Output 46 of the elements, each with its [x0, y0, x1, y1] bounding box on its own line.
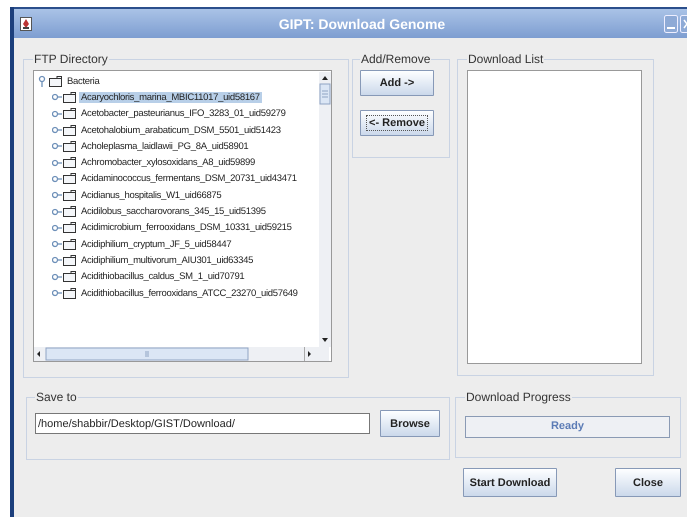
- tree-item[interactable]: Acidimicrobium_ferrooxidans_DSM_10331_uid59215: [79, 222, 294, 234]
- group-title: Download List: [467, 52, 544, 66]
- expanded-handle-icon[interactable]: [38, 75, 48, 88]
- tree-item[interactable]: Acidaminococcus_fermentans_DSM_20731_uid43471: [79, 173, 299, 184]
- folder-icon: [63, 140, 76, 152]
- window-title: GIPT: Download Genome: [278, 16, 446, 32]
- start-download-button[interactable]: Start Download: [463, 468, 557, 497]
- group-title: Download Progress: [465, 390, 572, 404]
- folder-icon: [63, 254, 76, 266]
- folder-icon: [63, 124, 76, 136]
- path-field[interactable]: /home/shabbir/Desktop/GIST/Download/: [35, 413, 370, 434]
- group-title: Save to: [35, 390, 78, 404]
- folder-icon: [63, 190, 76, 201]
- folder-icon: [63, 222, 76, 234]
- remove-button[interactable]: <- Remove: [360, 110, 434, 136]
- tree-item[interactable]: Acaryochloris_marina_MBIC11017_uid58167: [79, 92, 262, 103]
- folder-icon: [63, 92, 76, 103]
- tree-item[interactable]: Acidilobus_saccharovorans_345_15_uid51395: [79, 206, 268, 218]
- add-button[interactable]: Add ->: [360, 70, 434, 96]
- vertical-scrollbar[interactable]: [319, 72, 331, 347]
- folder-icon: [63, 206, 76, 218]
- tree-item[interactable]: Acidiphilium_multivorum_AIU301_uid63345: [79, 254, 256, 266]
- tree-item[interactable]: Bacteria: [65, 76, 102, 87]
- folder-icon: [49, 76, 62, 87]
- browse-button[interactable]: Browse: [380, 410, 440, 437]
- tree-item[interactable]: Acidithiobacillus_ferrooxidans_ATCC_23270_uid57649: [79, 288, 300, 298]
- tree-item[interactable]: Acidianus_hospitalis_W1_uid66875: [79, 190, 224, 201]
- folder-icon: [63, 157, 76, 168]
- folder-icon: [63, 238, 76, 250]
- group-title: FTP Directory: [33, 52, 109, 66]
- collapsed-handle-icon[interactable]: [52, 287, 62, 299]
- folder-icon: [63, 271, 76, 282]
- folder-icon: [63, 288, 76, 298]
- horizontal-scrollbar[interactable]: [34, 347, 329, 361]
- tree-item[interactable]: Acholeplasma_laidlawii_PG_8A_uid58901: [79, 140, 250, 152]
- tree-item[interactable]: Acidithiobacillus_caldus_SM_1_uid70791: [79, 271, 246, 282]
- tree-item[interactable]: Acetobacter_pasteurianus_IFO_3283_01_uid59279: [79, 108, 288, 120]
- folder-icon: [63, 108, 76, 120]
- tree-item[interactable]: Acidiphilium_cryptum_JF_5_uid58447: [79, 238, 234, 250]
- tree-item[interactable]: Achromobacter_xylosoxidans_A8_uid59899: [79, 157, 257, 168]
- folder-icon: [63, 173, 76, 184]
- minimize-icon[interactable]: [664, 14, 678, 32]
- group-title: Add/Remove: [360, 52, 432, 66]
- app-icon: [20, 16, 32, 30]
- tree-item[interactable]: Acetohalobium_arabaticum_DSM_5501_uid51423: [79, 124, 283, 136]
- close-button[interactable]: Close: [615, 468, 681, 497]
